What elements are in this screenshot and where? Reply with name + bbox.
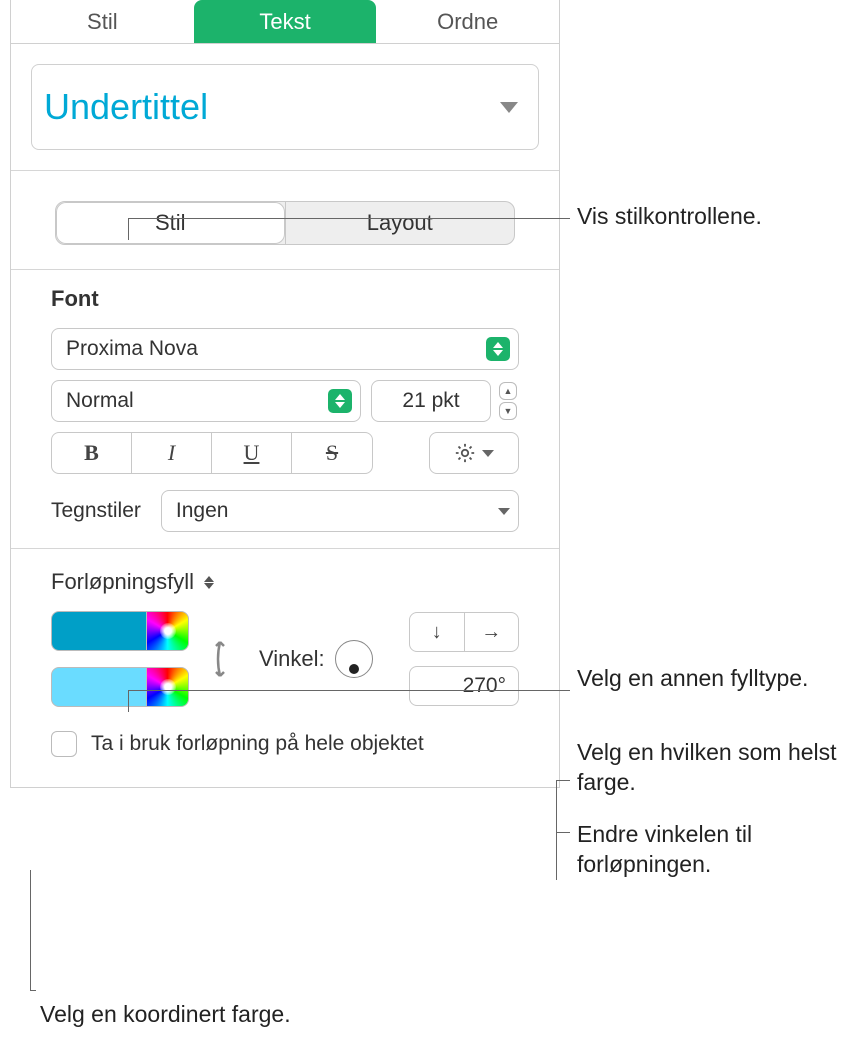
angle-right-button[interactable]: → <box>464 613 519 651</box>
font-size-step-up[interactable]: ▲ <box>499 382 517 400</box>
angle-down-button[interactable]: ↓ <box>410 613 464 651</box>
paragraph-style-label: Undertittel <box>44 86 208 128</box>
font-family-dropdown[interactable]: Proxima Nova <box>51 328 519 370</box>
font-family-value: Proxima Nova <box>66 337 198 361</box>
fill-type-dropdown[interactable]: Forløpningsfyll <box>51 569 214 595</box>
angle-direction-group: ↓ → <box>409 612 519 652</box>
text-style-group: B I U S <box>51 432 373 474</box>
font-size-value: 21 pkt <box>402 389 459 413</box>
subtab-layout[interactable]: Layout <box>285 202 515 244</box>
fill-type-label: Forløpningsfyll <box>51 569 194 595</box>
dropdown-stepper-icon <box>328 389 352 413</box>
dropdown-stepper-icon <box>486 337 510 361</box>
char-styles-value: Ingen <box>176 499 229 523</box>
apply-whole-object-checkbox[interactable] <box>51 731 77 757</box>
char-styles-label: Tegnstiler <box>51 499 141 523</box>
font-section: Font Proxima Nova Normal <box>31 270 539 548</box>
callout-show-style: Vis stilkontrollene. <box>577 202 762 232</box>
format-panel: Stil Tekst Ordne Undertittel Stil Layout… <box>10 0 560 788</box>
chevron-down-icon <box>482 450 494 457</box>
advanced-options-button[interactable] <box>429 432 519 474</box>
color-wheel-2[interactable] <box>147 667 189 707</box>
font-size-step-down[interactable]: ▼ <box>499 402 517 420</box>
stil-layout-segmented: Stil Layout <box>55 201 515 245</box>
callout-angle: Endre vinkelen til forløpningen. <box>577 820 837 880</box>
swap-colors-button[interactable] <box>209 629 239 689</box>
font-weight-dropdown[interactable]: Normal <box>51 380 361 422</box>
callout-any-color: Velg en hvilken som helst farge. <box>577 738 837 798</box>
angle-dial[interactable] <box>335 640 373 678</box>
subtab-stil[interactable]: Stil <box>56 202 285 244</box>
underline-button[interactable]: U <box>212 433 292 473</box>
fill-section: Forløpningsfyll <box>31 549 539 777</box>
angle-label: Vinkel: <box>259 646 325 672</box>
chevron-down-icon <box>500 102 518 113</box>
callout-coord-color: Velg en koordinert farge. <box>40 1000 291 1030</box>
top-tabs: Stil Tekst Ordne <box>11 0 559 44</box>
gear-icon <box>454 442 476 464</box>
gradient-color-2[interactable] <box>51 667 147 707</box>
double-chevron-icon <box>204 576 214 589</box>
paragraph-style-dropdown[interactable]: Undertittel <box>31 64 539 150</box>
font-section-title: Font <box>51 286 519 312</box>
bold-button[interactable]: B <box>52 433 132 473</box>
font-size-field[interactable]: 21 pkt <box>371 380 491 422</box>
callout-fill-type: Velg en annen fylltype. <box>577 664 827 694</box>
italic-button[interactable]: I <box>132 433 212 473</box>
tab-stil[interactable]: Stil <box>11 0 194 43</box>
chevron-down-icon <box>498 508 510 515</box>
angle-value-field[interactable]: 270° <box>409 666 519 706</box>
tab-ordne[interactable]: Ordne <box>376 0 559 43</box>
apply-whole-object-label: Ta i bruk forløpning på hele objektet <box>91 732 424 756</box>
font-weight-value: Normal <box>66 389 134 413</box>
char-styles-dropdown[interactable]: Ingen <box>161 490 519 532</box>
gradient-color-1[interactable] <box>51 611 147 651</box>
strikethrough-button[interactable]: S <box>292 433 372 473</box>
tab-tekst[interactable]: Tekst <box>194 0 377 43</box>
angle-value-text: 270° <box>463 674 506 698</box>
color-wheel-1[interactable] <box>147 611 189 651</box>
